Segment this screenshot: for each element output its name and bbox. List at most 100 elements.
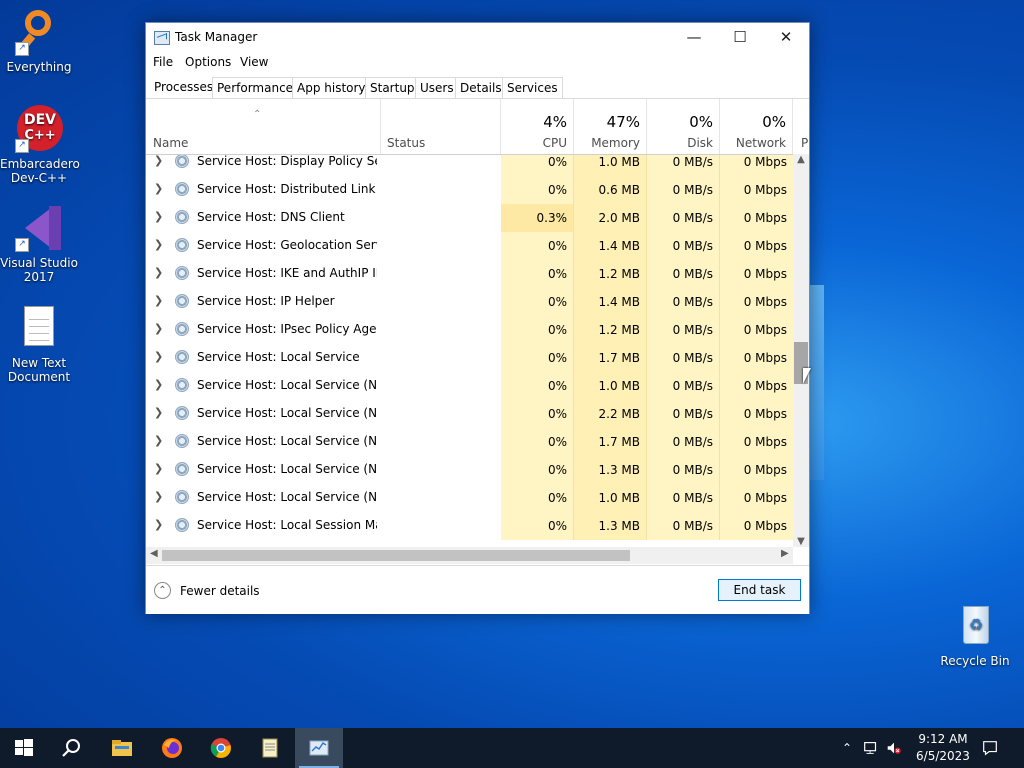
horizontal-scroll-thumb[interactable] (162, 550, 630, 561)
expand-chevron-icon[interactable]: ❯ (154, 238, 163, 251)
table-row[interactable]: ❯ Service Host: Local Service (Net... 0%1.… (146, 372, 793, 400)
memory-total: 47% (606, 113, 640, 131)
task-manager-window[interactable]: Task Manager — ☐ ✕ File Options View Pro… (145, 22, 810, 614)
network-tray-icon[interactable] (862, 728, 882, 768)
menu-view[interactable]: View (240, 55, 268, 69)
search-button[interactable] (48, 728, 96, 768)
column-network[interactable]: 0% Network (720, 99, 793, 154)
table-row[interactable]: ❯ Service Host: Local Service (Net... 0%1.… (146, 456, 793, 484)
desktop-icon-visual-studio[interactable]: ↗ Visual Studio 2017 (0, 204, 78, 284)
notification-center-icon[interactable] (981, 728, 1001, 768)
table-row[interactable]: ❯ Service Host: Local Service (Net... 0%1.… (146, 428, 793, 456)
process-list: ❯Service Host: Display Policy Serv...0%1… (146, 155, 793, 548)
column-power-partial[interactable]: P (793, 99, 809, 154)
disk-value: 0 MB/s (647, 428, 720, 456)
column-disk[interactable]: 0% Disk (647, 99, 720, 154)
tab-details[interactable]: Details (455, 77, 507, 98)
table-row[interactable]: ❯ Service Host: Local Session Man... 0%1.3… (146, 512, 793, 540)
expand-chevron-icon[interactable]: ❯ (154, 210, 163, 223)
chevron-up-circle-icon[interactable]: ⌃ (154, 582, 171, 599)
tab-services[interactable]: Services (502, 77, 563, 98)
mouse-cursor-icon (803, 368, 811, 384)
maximize-button[interactable]: ☐ (717, 23, 763, 53)
close-button[interactable]: ✕ (763, 23, 809, 53)
expand-chevron-icon[interactable]: ❯ (154, 406, 163, 419)
table-row[interactable]: ❯ Service Host: IP Helper 0% 1.4 MB 0 MB/s 0 … (146, 288, 793, 316)
tab-processes[interactable]: Processes (149, 76, 219, 97)
desktop-icon-everything[interactable]: ↗ Everything (0, 8, 78, 74)
memory-value: 1.0 MB (574, 155, 647, 176)
scroll-up-icon[interactable]: ▲ (793, 154, 809, 165)
gear-icon (175, 406, 189, 420)
cpu-value: 0% (501, 344, 574, 372)
table-row[interactable]: ❯ Service Host: IPsec Policy Agent 0% 1.2 M… (146, 316, 793, 344)
gear-icon (175, 155, 189, 168)
title-bar[interactable]: Task Manager — ☐ ✕ (146, 23, 809, 53)
volume-muted-tray-icon[interactable] (885, 728, 905, 768)
vertical-scrollbar[interactable]: ▲ ▼ (793, 154, 809, 547)
table-row[interactable]: ❯ Service Host: Local Service 0% 1.7 MB 0 MB… (146, 344, 793, 372)
horizontal-scrollbar[interactable]: ◀ ▶ (146, 547, 793, 564)
column-status[interactable]: Status (380, 99, 501, 154)
expand-chevron-icon[interactable]: ❯ (154, 294, 163, 307)
task-manager-app-icon (154, 31, 170, 45)
start-button[interactable] (0, 728, 48, 768)
cpu-value: 0% (501, 484, 574, 512)
fewer-details-link[interactable]: Fewer details (180, 584, 260, 598)
expand-chevron-icon[interactable]: ❯ (154, 266, 163, 279)
expand-chevron-icon[interactable]: ❯ (154, 155, 163, 167)
desktop-icon-new-text-document[interactable]: New Text Document (0, 304, 78, 384)
network-value: 0 Mbps (720, 260, 793, 288)
menu-file[interactable]: File (153, 55, 173, 69)
process-name: Service Host: IP Helper (197, 294, 335, 308)
scroll-down-icon[interactable]: ▼ (793, 536, 809, 547)
end-task-button[interactable]: End task (718, 579, 801, 601)
process-name: Service Host: Local Service (Net... (197, 462, 377, 476)
expand-chevron-icon[interactable]: ❯ (154, 434, 163, 447)
expand-chevron-icon[interactable]: ❯ (154, 378, 163, 391)
table-row[interactable]: ❯ Service Host: Geolocation Service 0%1.4 … (146, 232, 793, 260)
taskbar-clock[interactable]: 9:12 AM 6/5/2023 (903, 731, 983, 765)
table-row[interactable]: ❯ Service Host: Local Service (No ... 0%1.… (146, 484, 793, 512)
column-memory-label: Memory (591, 136, 640, 150)
table-row[interactable]: ❯Service Host: Distributed Link Tr...0%0… (146, 176, 793, 204)
column-disk-label: Disk (687, 136, 713, 150)
desktop-icon-recycle-bin[interactable]: ♻ Recycle Bin (936, 602, 1014, 668)
disk-value: 0 MB/s (647, 288, 720, 316)
expand-chevron-icon[interactable]: ❯ (154, 322, 163, 335)
cpu-value: 0% (501, 512, 574, 540)
column-name[interactable]: ⌃ Name (146, 99, 381, 154)
scroll-right-icon[interactable]: ▶ (781, 548, 789, 559)
taskbar-firefox[interactable] (148, 728, 196, 768)
tab-users[interactable]: Users (415, 77, 459, 98)
menu-bar: File Options View (146, 53, 809, 73)
table-row[interactable]: ❯ Service Host: Local Service (Net... 0%2.… (146, 400, 793, 428)
taskbar-task-manager[interactable] (295, 728, 343, 768)
network-value: 0 Mbps (720, 400, 793, 428)
scroll-left-icon[interactable]: ◀ (150, 548, 158, 559)
shortcut-arrow-icon: ↗ (15, 238, 29, 252)
expand-chevron-icon[interactable]: ❯ (154, 462, 163, 475)
tab-app-history[interactable]: App history (292, 77, 371, 98)
gear-icon (175, 322, 189, 336)
taskbar-file-explorer[interactable] (98, 728, 146, 768)
table-row[interactable]: ❯ Service Host: DNS Client 0.3% 2.0 MB 0 MB/… (146, 204, 793, 232)
expand-chevron-icon[interactable]: ❯ (154, 350, 163, 363)
menu-options[interactable]: Options (185, 55, 231, 69)
memory-value: 0.6 MB (574, 176, 647, 204)
taskbar-notepad[interactable] (246, 728, 294, 768)
column-memory[interactable]: 47% Memory (574, 99, 647, 154)
cpu-value: 0% (501, 232, 574, 260)
taskbar-chrome[interactable] (197, 728, 245, 768)
table-row[interactable]: ❯ Service Host: Display Policy Serv... 0%1… (146, 155, 793, 176)
show-hidden-icons-chevron-icon[interactable]: ⌃ (838, 728, 856, 768)
expand-chevron-icon[interactable]: ❯ (154, 518, 163, 531)
expand-chevron-icon[interactable]: ❯ (154, 182, 163, 195)
tab-startup[interactable]: Startup (365, 77, 420, 98)
minimize-button[interactable]: — (671, 23, 717, 53)
tab-performance[interactable]: Performance (212, 77, 299, 98)
column-cpu[interactable]: 4% CPU (501, 99, 574, 154)
expand-chevron-icon[interactable]: ❯ (154, 490, 163, 503)
table-row[interactable]: ❯ Service Host: IKE and AuthIP IPs... 0%1.… (146, 260, 793, 288)
desktop-icon-devcpp[interactable]: DEV C++ ↗ Embarcadero Dev-C++ (0, 105, 80, 185)
